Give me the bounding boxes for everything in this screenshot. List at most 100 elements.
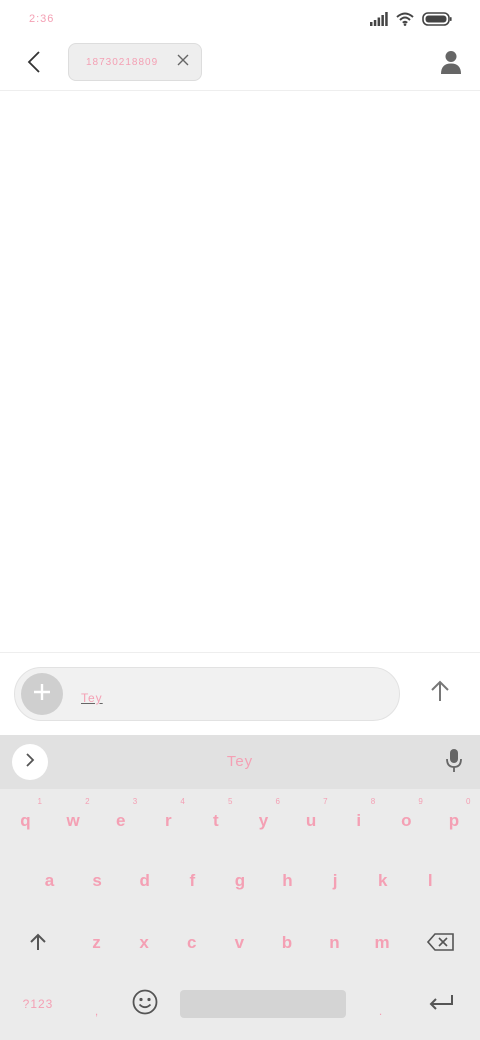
emoji-icon bbox=[132, 989, 158, 1020]
key-label: p bbox=[448, 811, 460, 830]
send-button[interactable] bbox=[428, 679, 452, 707]
key-label: m bbox=[374, 933, 390, 952]
key-k[interactable]: k bbox=[359, 853, 406, 911]
close-icon bbox=[177, 53, 189, 71]
key-hint: 3 bbox=[132, 797, 138, 806]
key-i[interactable]: i8 bbox=[335, 793, 382, 851]
key-label: z bbox=[92, 933, 101, 952]
recipient-chip[interactable]: 18730218809 bbox=[68, 43, 202, 81]
key-label: r bbox=[164, 811, 172, 830]
key-hint: 0 bbox=[465, 797, 471, 806]
key-label: g bbox=[234, 871, 246, 890]
key-w[interactable]: w2 bbox=[50, 793, 97, 851]
key-f[interactable]: f bbox=[169, 853, 216, 911]
period-key-label: . bbox=[378, 1004, 384, 1018]
status-bar: 2:36 bbox=[0, 0, 480, 42]
key-label: b bbox=[281, 933, 293, 952]
key-label: u bbox=[305, 811, 317, 830]
key-label: l bbox=[427, 871, 433, 890]
key-n[interactable]: n bbox=[311, 915, 358, 973]
compose-box: Tey bbox=[14, 667, 400, 721]
shift-icon bbox=[28, 932, 48, 957]
period-key[interactable]: . bbox=[360, 975, 402, 1033]
key-hint: 7 bbox=[323, 797, 328, 806]
key-r[interactable]: r4 bbox=[145, 793, 192, 851]
battery-icon bbox=[422, 12, 452, 31]
emoji-key[interactable] bbox=[124, 975, 166, 1033]
shift-key[interactable] bbox=[16, 915, 60, 973]
key-label: t bbox=[213, 811, 219, 830]
key-label: i bbox=[356, 811, 362, 830]
key-hint: 1 bbox=[37, 797, 42, 806]
key-label: s bbox=[92, 871, 102, 890]
symbols-key[interactable]: ?123 bbox=[14, 975, 62, 1033]
key-row-3: z xcv b n m bbox=[0, 915, 480, 973]
key-row-1: q1w2e3r4t5y6u7i8o9p0 bbox=[0, 793, 480, 851]
space-key[interactable] bbox=[180, 990, 346, 1018]
key-b[interactable]: b bbox=[263, 915, 310, 973]
comma-key[interactable]: , bbox=[76, 975, 118, 1033]
key-label: k bbox=[377, 871, 388, 890]
key-a[interactable]: a bbox=[26, 853, 73, 911]
recipient-number: 18730218809 bbox=[86, 56, 159, 68]
contact-button[interactable] bbox=[438, 50, 464, 78]
key-label: n bbox=[329, 933, 340, 952]
key-label: x bbox=[139, 933, 149, 952]
key-m[interactable]: m bbox=[359, 915, 406, 973]
key-g[interactable]: g bbox=[216, 853, 263, 911]
key-p[interactable]: p0 bbox=[430, 793, 477, 851]
microphone-icon bbox=[445, 748, 463, 779]
key-hint: 9 bbox=[418, 797, 423, 806]
key-q[interactable]: q1 bbox=[2, 793, 49, 851]
message-list bbox=[0, 91, 480, 651]
enter-key[interactable] bbox=[418, 975, 464, 1033]
key-hint: 6 bbox=[275, 797, 280, 806]
conversation-header: 18730218809 bbox=[0, 42, 480, 91]
key-label: q bbox=[20, 811, 31, 830]
key-e[interactable]: e3 bbox=[97, 793, 144, 851]
key-label: w bbox=[66, 811, 80, 830]
signal-icon bbox=[370, 12, 388, 31]
key-d[interactable]: d bbox=[121, 853, 168, 911]
key-y[interactable]: y6 bbox=[240, 793, 287, 851]
key-label: d bbox=[139, 871, 150, 890]
chevron-left-icon bbox=[27, 50, 41, 79]
key-h[interactable]: h bbox=[264, 853, 311, 911]
remove-recipient-button[interactable] bbox=[174, 53, 192, 71]
compose-area: Tey bbox=[0, 652, 480, 735]
key-s[interactable]: s bbox=[74, 853, 121, 911]
key-c[interactable]: c bbox=[168, 915, 215, 973]
key-o[interactable]: o9 bbox=[383, 793, 430, 851]
key-hint: 4 bbox=[180, 797, 185, 806]
key-label: h bbox=[282, 871, 293, 890]
key-u[interactable]: u7 bbox=[288, 793, 335, 851]
key-label: v bbox=[234, 933, 245, 952]
key-x[interactable]: x bbox=[121, 915, 168, 973]
message-input[interactable]: Tey bbox=[81, 691, 103, 705]
key-label: e bbox=[115, 811, 126, 830]
key-v[interactable]: v bbox=[216, 915, 263, 973]
key-row-bottom: ?123 , . bbox=[0, 975, 480, 1033]
enter-icon bbox=[428, 993, 454, 1016]
key-label: j bbox=[332, 871, 338, 890]
key-j[interactable]: j bbox=[312, 853, 359, 911]
key-hint: 8 bbox=[370, 797, 376, 806]
key-hint: 5 bbox=[227, 797, 233, 806]
symbols-key-label: ?123 bbox=[22, 997, 54, 1011]
key-hint: 2 bbox=[85, 797, 90, 806]
suggestion-word[interactable]: Tey bbox=[0, 753, 480, 770]
key-l[interactable]: l bbox=[407, 853, 454, 911]
key-t[interactable]: t5 bbox=[192, 793, 239, 851]
person-icon bbox=[441, 50, 461, 79]
add-attachment-button[interactable] bbox=[21, 673, 63, 715]
key-z[interactable]: z bbox=[73, 915, 120, 973]
status-time: 2:36 bbox=[29, 13, 55, 25]
voice-input-button[interactable] bbox=[444, 748, 464, 779]
keyboard: Tey q1w2e3r4t5y6u7i8o9p0 asdfghjkl z x c… bbox=[0, 735, 480, 1040]
comma-key-label: , bbox=[94, 1004, 100, 1018]
suggestion-bar: Tey bbox=[0, 735, 480, 789]
back-button[interactable] bbox=[20, 50, 48, 78]
backspace-key[interactable] bbox=[418, 915, 464, 973]
key-label: y bbox=[258, 811, 269, 830]
arrow-up-icon bbox=[430, 680, 450, 707]
